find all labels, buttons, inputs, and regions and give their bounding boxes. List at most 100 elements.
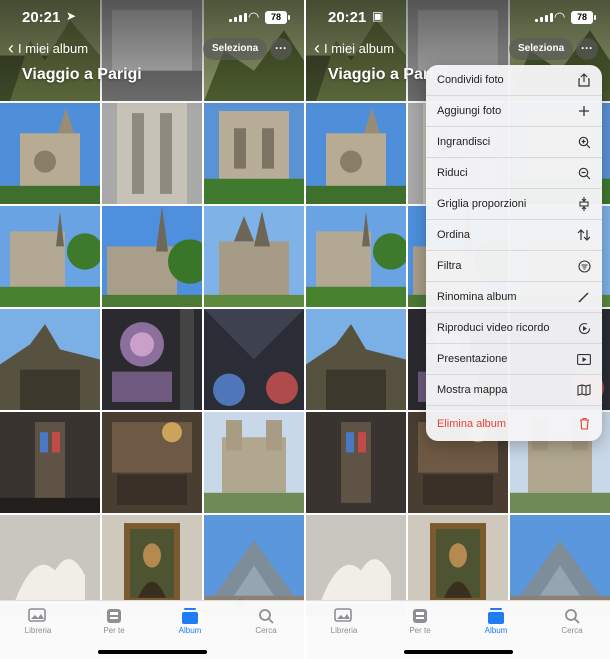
tab-cerca[interactable]: Cerca xyxy=(236,606,296,635)
battery-icon: 78 xyxy=(571,11,596,24)
plus-icon xyxy=(579,106,589,116)
battery-icon: 78 xyxy=(265,11,290,24)
tab-label: Per te xyxy=(409,626,431,635)
photo-thumbnail[interactable] xyxy=(306,206,406,307)
tab-per-te[interactable]: Per te xyxy=(84,606,144,635)
menu-item-label: Riduci xyxy=(437,167,468,179)
menu-item-label: Riproduci video ricordo xyxy=(437,322,550,334)
photo-grid xyxy=(0,0,304,616)
cell-signal-icon xyxy=(229,12,247,22)
menu-item-play-memory[interactable]: Riproduci video ricordo xyxy=(426,313,602,344)
menu-item-label: Aggiungi foto xyxy=(437,105,502,117)
menu-item-filter[interactable]: Filtra xyxy=(426,251,602,282)
share-icon xyxy=(578,73,590,87)
menu-item-zoom-in[interactable]: Ingrandisci xyxy=(426,127,602,158)
menu-item-label: Filtra xyxy=(437,260,462,272)
pencil-icon xyxy=(578,292,589,303)
tab-label: Album xyxy=(484,626,508,635)
search-icon xyxy=(565,609,580,624)
album-icon xyxy=(488,608,504,624)
filter-icon xyxy=(577,259,591,273)
status-bar: 20:21 ▣ ◠ 78 xyxy=(306,0,610,34)
photo-thumbnail[interactable] xyxy=(204,412,304,513)
album-title: Viaggio a Parigi xyxy=(22,66,142,83)
photo-thumbnail[interactable] xyxy=(204,103,304,204)
photo-thumbnail[interactable] xyxy=(102,309,202,410)
menu-item-slideshow[interactable]: Presentazione xyxy=(426,344,602,375)
photo-thumbnail[interactable] xyxy=(306,103,406,204)
tab-label: Libreria xyxy=(24,626,52,635)
trash-icon xyxy=(579,417,589,430)
tab-label: Album xyxy=(178,626,202,635)
menu-item-aspect-grid[interactable]: Griglia proporzioni xyxy=(426,189,602,220)
album-options-menu: Condividi foto Aggiungi foto Ingrandisci… xyxy=(426,65,602,441)
photo-thumbnail[interactable] xyxy=(102,103,202,204)
menu-item-sort[interactable]: Ordina xyxy=(426,220,602,251)
search-icon xyxy=(259,609,274,624)
menu-item-label: Condividi foto xyxy=(437,74,504,86)
photo-library-icon xyxy=(28,608,46,622)
memory-play-icon xyxy=(578,322,590,334)
zoom-out-icon xyxy=(578,167,590,179)
menu-item-rename[interactable]: Rinomina album xyxy=(426,282,602,313)
select-button[interactable]: Seleziona xyxy=(509,38,574,60)
photo-thumbnail[interactable] xyxy=(102,206,202,307)
focus-mode-icon: ▣ xyxy=(372,9,384,23)
tab-album[interactable]: Album xyxy=(160,606,220,635)
photo-thumbnail[interactable] xyxy=(0,206,100,307)
cell-signal-icon xyxy=(535,12,553,22)
aspect-grid-icon xyxy=(579,197,589,211)
photo-thumbnail[interactable] xyxy=(204,206,304,307)
photo-thumbnail[interactable] xyxy=(306,309,406,410)
more-options-button[interactable]: ··· xyxy=(270,38,292,60)
status-time: 20:21 xyxy=(328,9,367,26)
back-button[interactable]: ‹ I miei album xyxy=(314,38,395,58)
menu-item-label: Rinomina album xyxy=(437,291,517,303)
menu-item-share[interactable]: Condividi foto xyxy=(426,65,602,96)
chevron-left-icon: ‹ xyxy=(8,38,14,58)
menu-item-label: Ordina xyxy=(437,229,471,241)
photo-thumbnail[interactable] xyxy=(0,412,100,513)
back-button-label: I miei album xyxy=(324,40,395,56)
photo-thumbnail[interactable] xyxy=(0,103,100,204)
photo-thumbnail[interactable] xyxy=(102,412,202,513)
tab-per-te[interactable]: Per te xyxy=(390,606,450,635)
menu-item-add-photos[interactable]: Aggiungi foto xyxy=(426,96,602,127)
slideshow-icon xyxy=(577,353,591,365)
menu-item-label: Presentazione xyxy=(437,353,508,365)
chevron-left-icon: ‹ xyxy=(314,38,320,58)
sort-icon xyxy=(577,229,591,241)
tab-label: Libreria xyxy=(330,626,358,635)
back-button-label: I miei album xyxy=(18,40,89,56)
tab-libreria[interactable]: Libreria xyxy=(314,606,374,635)
for-you-icon xyxy=(107,609,121,623)
photo-thumbnail[interactable] xyxy=(0,309,100,410)
tab-label: Cerca xyxy=(255,626,277,635)
tab-libreria[interactable]: Libreria xyxy=(8,606,68,635)
wifi-icon: ◠ xyxy=(248,9,260,24)
menu-item-zoom-out[interactable]: Riduci xyxy=(426,158,602,189)
back-button[interactable]: ‹ I miei album xyxy=(8,38,89,58)
tab-label: Per te xyxy=(103,626,125,635)
tab-label: Cerca xyxy=(561,626,583,635)
photo-thumbnail[interactable] xyxy=(204,309,304,410)
home-indicator xyxy=(98,650,207,654)
tab-cerca[interactable]: Cerca xyxy=(542,606,602,635)
select-button[interactable]: Seleziona xyxy=(203,38,268,60)
map-icon xyxy=(577,384,591,396)
photo-thumbnail[interactable] xyxy=(306,412,406,513)
menu-item-delete-album[interactable]: Elimina album xyxy=(426,406,602,441)
menu-item-label: Griglia proporzioni xyxy=(437,198,527,210)
album-screen-menu-open: 20:21 ▣ ◠ 78 ‹ I miei album Viaggio a Pa… xyxy=(306,0,610,659)
wifi-icon: ◠ xyxy=(554,9,566,24)
for-you-icon xyxy=(413,609,427,623)
tab-album[interactable]: Album xyxy=(466,606,526,635)
menu-item-show-map[interactable]: Mostra mappa xyxy=(426,375,602,406)
zoom-in-icon xyxy=(578,136,590,148)
more-options-button[interactable]: ··· xyxy=(576,38,598,60)
photo-library-icon xyxy=(334,608,352,622)
location-arrow-icon: ➤ xyxy=(66,9,77,23)
album-icon xyxy=(182,608,198,624)
status-time: 20:21 xyxy=(22,9,61,26)
status-bar: 20:21 ➤ ◠ 78 xyxy=(0,0,304,34)
